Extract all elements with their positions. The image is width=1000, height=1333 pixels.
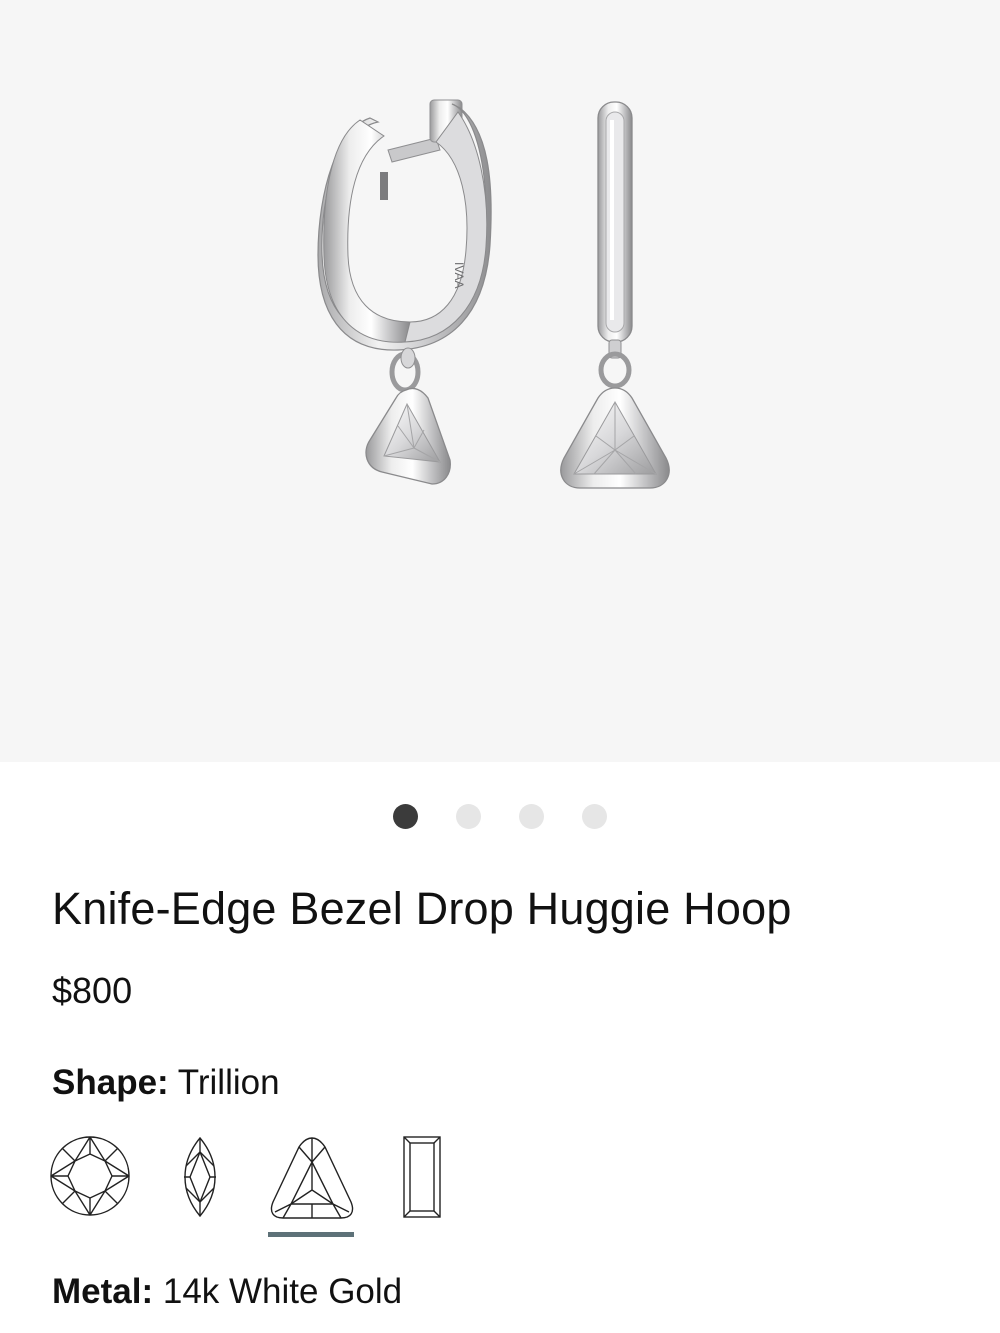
selected-shape-underline — [268, 1232, 354, 1237]
product-price: $800 — [52, 970, 133, 1011]
right-earring — [560, 101, 670, 489]
gallery-dot-3[interactable] — [519, 804, 544, 829]
shape-option: Shape: Trillion — [52, 1058, 280, 1108]
baguette-diamond-icon — [403, 1136, 441, 1218]
shape-option-trillion[interactable] — [267, 1132, 357, 1237]
trillion-diamond-icon — [270, 1137, 354, 1219]
metal-value: 14k White Gold — [162, 1272, 403, 1311]
product-page: IVAA Knife-Edge Bezel Drop Huggie Hoop $… — [0, 0, 1000, 1333]
round-diamond-icon — [50, 1136, 130, 1216]
shape-value: Trillion — [177, 1063, 280, 1102]
gallery-dot-4[interactable] — [582, 804, 607, 829]
metal-option[interactable]: Metal: 14k White Gold — [52, 1267, 402, 1317]
marquise-diamond-icon — [184, 1136, 216, 1218]
shape-label: Shape: — [52, 1063, 169, 1102]
product-title: Knife-Edge Bezel Drop Huggie Hoop — [52, 883, 792, 934]
gallery-pagination — [0, 804, 1000, 829]
product-image-gallery[interactable]: IVAA — [0, 0, 1000, 762]
shape-option-baguette[interactable] — [402, 1132, 444, 1232]
metal-label: Metal: — [52, 1272, 154, 1311]
shape-option-marquise[interactable] — [176, 1132, 224, 1232]
shape-selector — [48, 1132, 468, 1242]
gallery-dot-1[interactable] — [393, 804, 418, 829]
left-earring: IVAA — [317, 99, 492, 485]
gallery-dot-2[interactable] — [456, 804, 481, 829]
product-image: IVAA — [317, 99, 670, 489]
engraving-text: IVAA — [452, 262, 466, 288]
shape-option-round[interactable] — [48, 1132, 132, 1232]
